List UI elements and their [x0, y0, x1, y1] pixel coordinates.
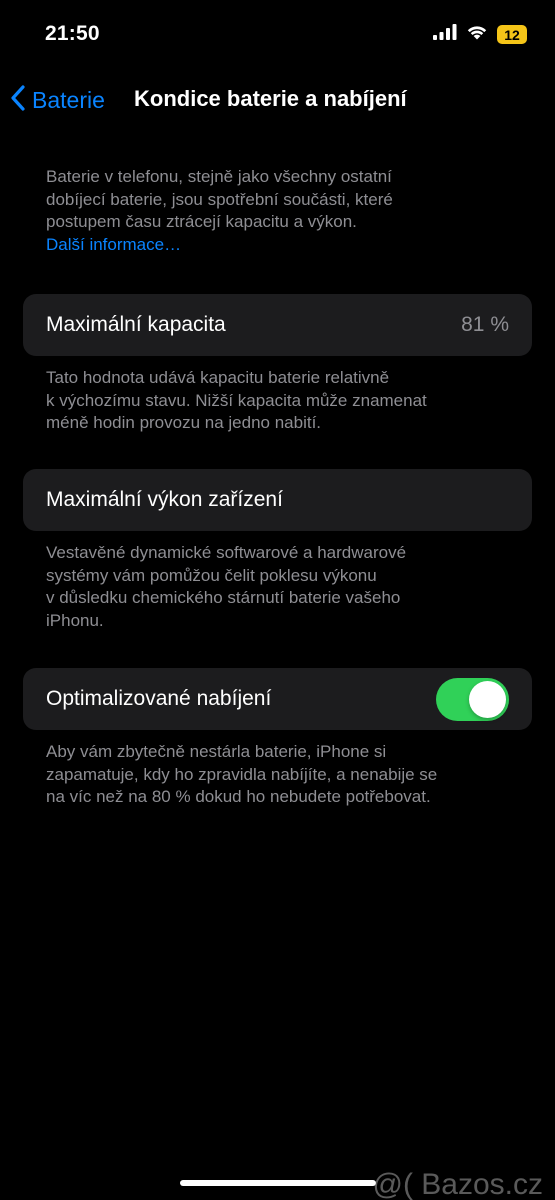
battery-icon: 12 [497, 25, 527, 44]
status-bar: 21:50 12 [0, 0, 555, 70]
max-performance-label: Maximální výkon zařízení [46, 488, 283, 511]
navigation-bar: Baterie Kondice baterie a nabíjení [0, 78, 555, 122]
footnote-line: v důsledku chemického stárnutí baterie v… [46, 588, 401, 607]
footnote-line: k výchozímu stavu. Nižší kapacita může z… [46, 390, 427, 410]
wifi-icon [466, 24, 488, 45]
signal-icon [433, 24, 457, 45]
screen: 21:50 12 Baterie Kondice baterie a nabíj… [0, 0, 555, 1200]
intro-line: Baterie v telefonu, stejně jako všechny … [46, 167, 392, 186]
more-info-link[interactable]: Další informace… [46, 234, 181, 257]
optimized-charging-label: Optimalizované nabíjení [46, 687, 272, 710]
optimized-charging-toggle[interactable] [436, 678, 509, 721]
max-capacity-row: Maximální kapacita 81 % [23, 294, 532, 356]
optimized-charging-footnote: Aby vám zbytečně nestárla baterie, iPhon… [46, 741, 516, 809]
intro-line: dobíjecí baterie, jsou spotřební součást… [46, 189, 393, 209]
footnote-line: na víc než na 80 % dokud ho nebudete pot… [46, 787, 431, 806]
back-button[interactable]: Baterie [10, 80, 105, 120]
footnote-line: Aby vám zbytečně nestárla baterie, iPhon… [46, 742, 387, 761]
footnote-line: systémy vám pomůžou čelit poklesu výkonu [46, 565, 377, 585]
page-title: Kondice baterie a nabíjení [134, 86, 407, 111]
footnote-line: iPhonu. [46, 610, 104, 630]
back-label: Baterie [32, 86, 105, 113]
max-performance-footnote: Vestavěné dynamické softwarové a hardwar… [46, 542, 516, 632]
max-capacity-footnote: Tato hodnota udává kapacitu baterie rela… [46, 367, 516, 435]
max-capacity-value: 81 % [461, 313, 509, 336]
max-performance-row: Maximální výkon zařízení [23, 469, 532, 531]
status-time: 21:50 [45, 22, 100, 45]
home-indicator [180, 1180, 376, 1186]
watermark: @( Bazos.cz [372, 1168, 544, 1200]
max-capacity-label: Maximální kapacita [46, 313, 226, 336]
optimized-charging-row: Optimalizované nabíjení [23, 668, 532, 730]
footnote-line: Tato hodnota udává kapacitu baterie rela… [46, 368, 390, 387]
intro-text: Baterie v telefonu, stejně jako všechny … [46, 166, 516, 256]
toggle-knob [469, 681, 506, 718]
footnote-line: Vestavěné dynamické softwarové a hardwar… [46, 543, 407, 562]
intro-line: postupem času ztrácejí kapacitu a výkon. [46, 212, 357, 231]
footnote-line: zapamatuje, kdy ho zpravidla nabíjíte, a… [46, 764, 438, 784]
footnote-line: méně hodin provozu na jedno nabití. [46, 413, 322, 432]
chevron-left-icon [10, 84, 26, 117]
status-icons: 12 [433, 24, 527, 45]
